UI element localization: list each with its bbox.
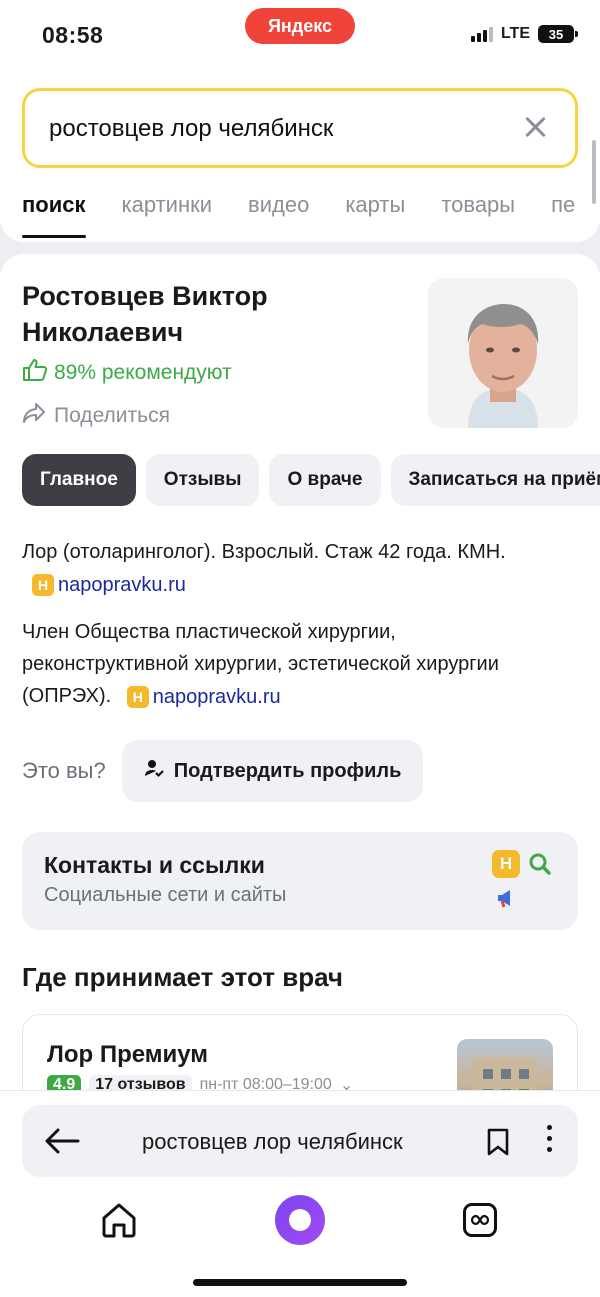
tab-video[interactable]: видео <box>248 192 309 238</box>
tab-search[interactable]: поиск <box>22 192 86 238</box>
doctor-card: Ростовцев Виктор Николаевич 89% рекоменд… <box>0 254 600 1114</box>
alice-assistant-icon[interactable] <box>275 1195 325 1245</box>
status-bar: 08:58 Яндекс LTE 35 <box>0 0 600 70</box>
confirm-profile-label: Подтвердить профиль <box>173 759 402 782</box>
share-label: Поделиться <box>54 404 170 427</box>
signal-icon <box>470 26 493 42</box>
back-arrow-icon[interactable] <box>44 1127 80 1155</box>
doctor-photo[interactable] <box>428 278 578 428</box>
bottom-navigation <box>0 1193 600 1253</box>
description-text: Лор (отоларинголог). Взрослый. Стаж 42 г… <box>22 541 506 563</box>
status-time: 08:58 <box>42 22 104 48</box>
search-query: ростовцев лор челябинск <box>49 115 334 142</box>
source-link-text[interactable]: napopravku.ru <box>153 681 281 713</box>
close-icon[interactable] <box>521 113 549 141</box>
clinic-name: Лор Премиум <box>47 1041 209 1068</box>
tab-maps[interactable]: карты <box>345 192 405 238</box>
yandex-brand-pill[interactable]: Яндекс <box>245 8 355 44</box>
source-link[interactable]: Н napopravku.ru <box>32 569 186 601</box>
share-button[interactable]: Поделиться <box>22 402 170 430</box>
napopravku-icon: Н <box>492 850 520 878</box>
network-label: LTE <box>500 25 530 42</box>
contacts-subtitle: Социальные сети и сайты <box>44 884 287 906</box>
search-input[interactable]: ростовцев лор челябинск <box>22 88 578 168</box>
browser-bottom-bar: ростовцев лор челябинск <box>0 1090 600 1297</box>
tab-products[interactable]: товары <box>441 192 515 238</box>
is-it-you-label: Это вы? <box>22 758 106 783</box>
status-indicators: LTE 35 <box>470 25 578 43</box>
contacts-title: Контакты и ссылки <box>44 852 265 878</box>
address-bar[interactable]: ростовцев лор челябинск <box>22 1105 578 1177</box>
search-tabs: поиск картинки видео карты товары пе <box>22 192 575 238</box>
home-indicator[interactable] <box>193 1279 407 1286</box>
battery-icon: 35 <box>538 25 578 43</box>
tab-images[interactable]: картинки <box>122 192 213 238</box>
contacts-card[interactable]: Контакты и ссылки Социальные сети и сайт… <box>22 832 578 930</box>
tab-more[interactable]: пе <box>551 192 575 238</box>
thumbs-up-icon <box>22 358 48 388</box>
claim-profile-row: Это вы? Подтвердить профиль <box>22 740 424 802</box>
scrollbar[interactable] <box>592 140 596 204</box>
description-1: Лор (отоларинголог). Взрослый. Стаж 42 г… <box>22 536 562 601</box>
person-check-icon <box>144 758 164 784</box>
battery-level: 35 <box>548 26 564 42</box>
search-header: ростовцев лор челябинск поиск картинки в… <box>0 70 600 242</box>
section-chips: Главное Отзывы О враче Записаться на при… <box>22 454 600 506</box>
description-2: Член Общества пластической хирургии, рек… <box>22 616 562 713</box>
chip-appointment[interactable]: Записаться на приём <box>390 454 600 506</box>
tabs-switcher-icon[interactable] <box>463 1203 497 1237</box>
share-icon <box>22 402 46 430</box>
home-icon[interactable] <box>100 1201 138 1244</box>
address-text[interactable]: ростовцев лор челябинск <box>142 1129 403 1155</box>
chip-about[interactable]: О враче <box>269 454 381 506</box>
source-link-text[interactable]: napopravku.ru <box>58 569 186 601</box>
bookmark-icon[interactable] <box>486 1127 510 1162</box>
chip-reviews[interactable]: Отзывы <box>145 454 260 506</box>
recommend-label: 89% рекомендуют <box>54 361 232 384</box>
search-icon <box>526 850 554 878</box>
napopravku-icon: Н <box>126 686 149 708</box>
chip-main[interactable]: Главное <box>22 454 136 506</box>
confirm-profile-button[interactable]: Подтвердить профиль <box>121 740 424 802</box>
napopravku-icon: Н <box>32 574 54 596</box>
contacts-icons: Н <box>492 850 556 912</box>
recommend-rating[interactable]: 89% рекомендуют <box>22 358 232 388</box>
where-title: Где принимает этот врач <box>22 962 343 992</box>
doctor-name: Ростовцев Виктор Николаевич <box>22 281 268 347</box>
megaphone-icon <box>492 884 520 912</box>
source-link[interactable]: Н napopravku.ru <box>126 681 281 713</box>
more-icon[interactable] <box>547 1125 552 1152</box>
